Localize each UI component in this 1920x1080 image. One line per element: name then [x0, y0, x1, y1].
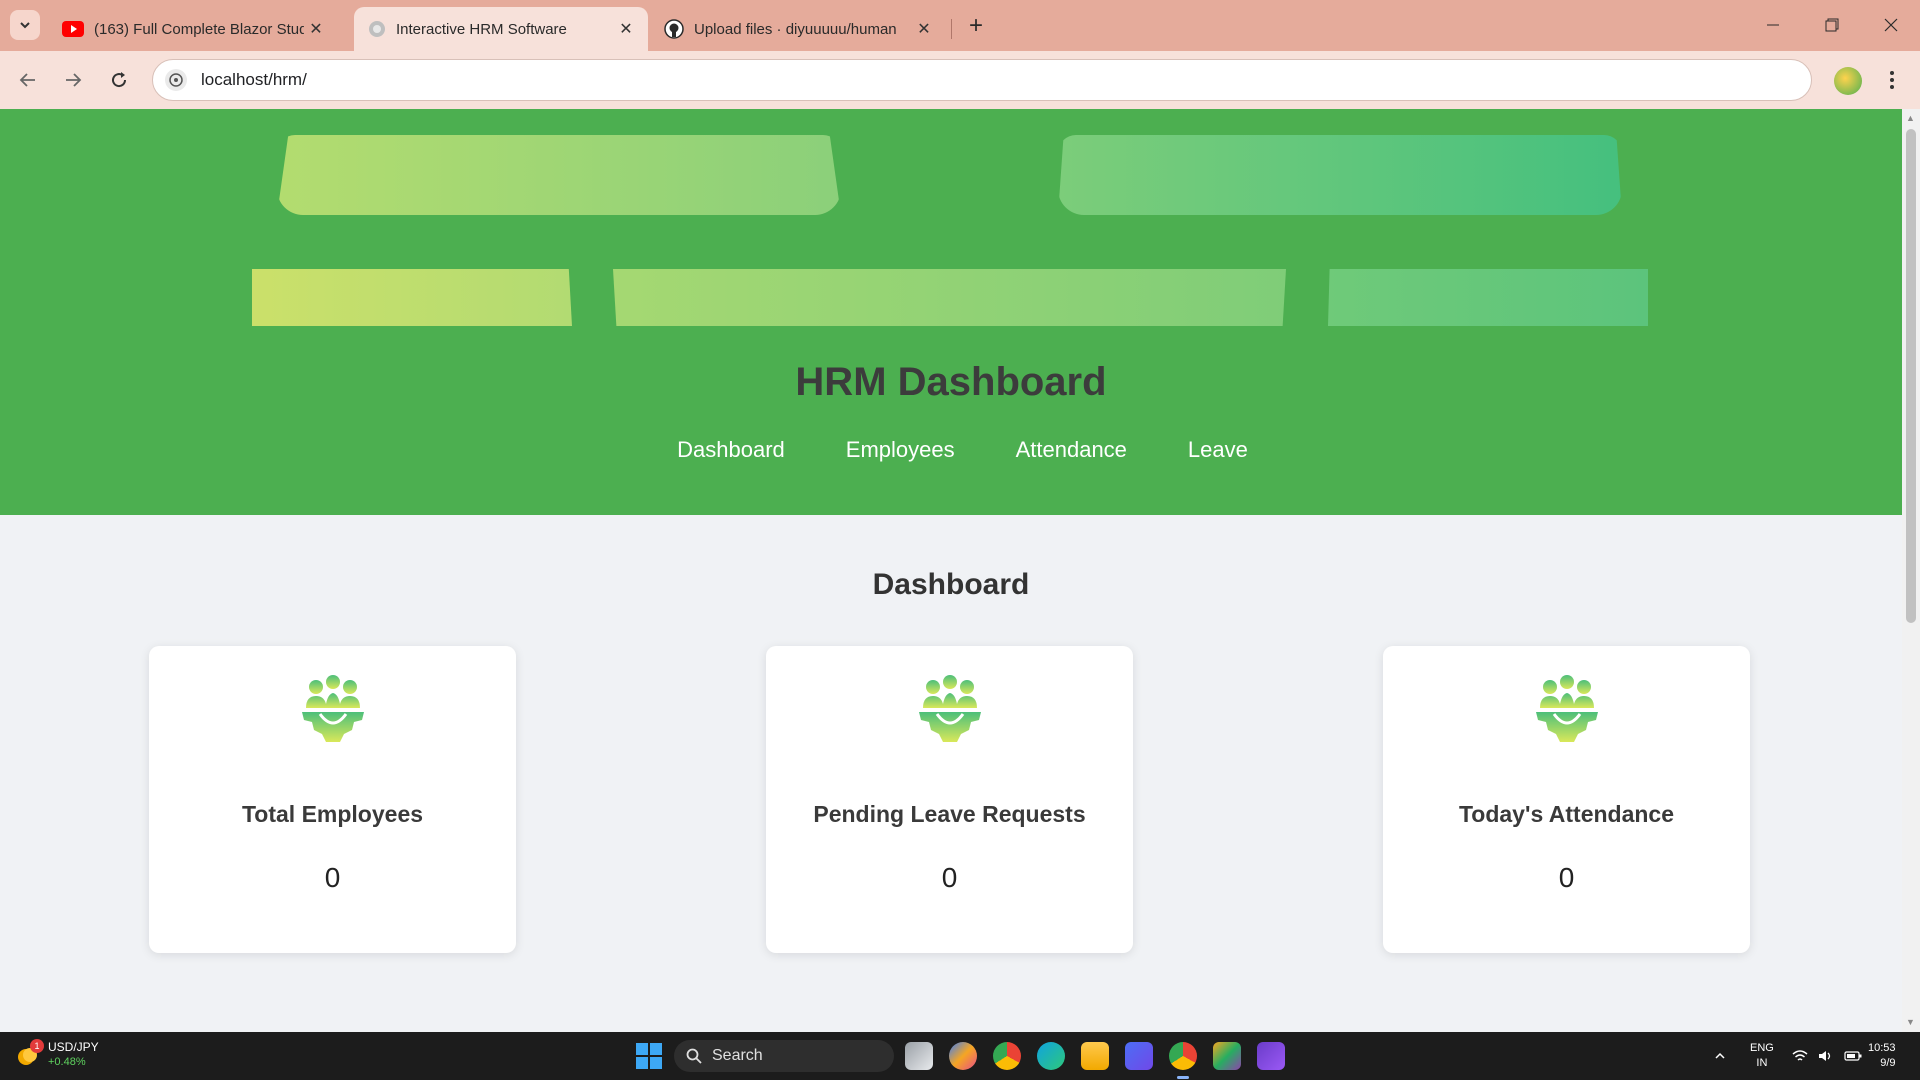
scrollbar-thumb[interactable]	[1906, 129, 1916, 623]
tab-youtube[interactable]: (163) Full Complete Blazor Stud ✕	[48, 7, 338, 51]
ticker-change: +0.48%	[48, 1056, 86, 1068]
team-gear-icon	[302, 675, 364, 742]
wifi-icon	[1792, 1050, 1808, 1061]
close-tab-icon[interactable]: ✕	[912, 17, 936, 41]
chrome-active-icon[interactable]	[1169, 1042, 1197, 1079]
scroll-up-icon[interactable]: ▲	[1906, 113, 1915, 123]
tab-title: Upload files · diyuuuuu/human	[694, 20, 897, 38]
chrome-icon[interactable]	[993, 1042, 1021, 1070]
notification-badge: 1	[30, 1039, 44, 1053]
new-tab-button[interactable]: +	[962, 12, 990, 40]
browser-toolbar: localhost/hrm/	[0, 51, 1920, 109]
card-label: Total Employees	[241, 801, 424, 827]
language-indicator[interactable]: ENG IN	[1750, 1032, 1774, 1080]
nav-link-employees[interactable]: Employees	[846, 437, 955, 463]
clock[interactable]: 10:53 9/9	[1868, 1032, 1896, 1080]
youtube-icon	[62, 21, 84, 37]
search-icon	[686, 1048, 702, 1064]
ticker-name: USD/JPY	[48, 1040, 99, 1054]
tray-overflow-icon[interactable]	[1714, 1032, 1726, 1080]
nav-link-leave[interactable]: Leave	[1188, 437, 1248, 463]
reload-button[interactable]	[103, 64, 135, 96]
tab-github[interactable]: Upload files · diyuuuuu/human ✕	[650, 7, 946, 51]
minimize-icon	[1767, 24, 1779, 26]
header-decoration	[252, 269, 572, 326]
language-region: IN	[1756, 1057, 1768, 1069]
stat-card-pending-leave: Pending Leave Requests 0	[766, 646, 1133, 953]
language-code: ENG	[1750, 1042, 1774, 1054]
currency-icon: 1	[16, 1039, 44, 1067]
minimize-button[interactable]	[1744, 0, 1802, 50]
page-title: HRM Dashboard	[795, 360, 1107, 404]
arrow-right-icon	[66, 73, 82, 87]
scroll-down-icon[interactable]: ▼	[1906, 1017, 1915, 1027]
chevron-down-icon	[20, 22, 30, 29]
copilot-icon[interactable]	[949, 1042, 977, 1070]
page-scrollbar[interactable]: ▲ ▼	[1902, 109, 1920, 1032]
system-tray-icons[interactable]	[1792, 1032, 1862, 1080]
tab-hrm[interactable]: Interactive HRM Software ✕	[354, 7, 648, 51]
reload-icon	[112, 72, 127, 88]
header-decoration	[613, 269, 1286, 326]
edge-icon[interactable]	[1037, 1042, 1065, 1070]
globe-icon	[369, 21, 385, 37]
clock-time: 10:53	[1868, 1042, 1896, 1054]
site-info-icon[interactable]	[165, 69, 187, 91]
tab-title: Interactive HRM Software	[396, 20, 567, 38]
section-title: Dashboard	[872, 568, 1030, 601]
close-window-button[interactable]	[1862, 0, 1920, 50]
nav-link-attendance[interactable]: Attendance	[1016, 437, 1127, 463]
page-viewport: HRM Dashboard Dashboard Employees Attend…	[0, 109, 1902, 1032]
restore-button[interactable]	[1803, 0, 1861, 50]
forward-button[interactable]	[57, 64, 89, 96]
back-button[interactable]	[12, 64, 44, 96]
taskbar-search[interactable]: Search	[674, 1040, 894, 1072]
restore-icon	[1825, 18, 1839, 32]
card-label: Today's Attendance	[1458, 801, 1675, 827]
card-value: 0	[324, 862, 341, 893]
stat-card-total-employees: Total Employees 0	[149, 646, 516, 953]
file-explorer-icon[interactable]	[1081, 1042, 1109, 1070]
tab-title: (163) Full Complete Blazor Stud	[94, 20, 304, 38]
site-header: HRM Dashboard Dashboard Employees Attend…	[0, 109, 1902, 515]
nav-link-dashboard[interactable]: Dashboard	[677, 437, 785, 463]
address-bar[interactable]: localhost/hrm/	[152, 59, 1812, 101]
start-button[interactable]	[636, 1043, 662, 1069]
visual-studio-icon[interactable]	[1257, 1042, 1285, 1070]
url-text[interactable]: localhost/hrm/	[201, 70, 307, 90]
card-value: 0	[941, 862, 958, 893]
battery-icon	[1844, 1051, 1862, 1061]
profile-avatar[interactable]	[1834, 67, 1862, 95]
windows-taskbar: 1 USD/JPY +0.48% Search ENG IN 10:53 9/9	[0, 1032, 1920, 1080]
search-label: Search	[712, 1047, 763, 1064]
weather-widget[interactable]: 1 USD/JPY +0.48%	[16, 1039, 99, 1070]
tab-search-button[interactable]	[10, 10, 40, 40]
arrow-left-icon	[19, 73, 35, 87]
snipping-tool-icon[interactable]	[1213, 1042, 1241, 1070]
media-player-icon[interactable]	[1125, 1042, 1153, 1070]
card-label: Pending Leave Requests	[813, 801, 1086, 827]
card-value: 0	[1558, 862, 1575, 893]
team-gear-icon	[919, 675, 981, 742]
tab-separator	[951, 19, 952, 39]
clock-date: 9/9	[1880, 1057, 1896, 1069]
github-icon	[664, 19, 684, 39]
header-decoration	[1328, 269, 1648, 326]
stat-card-todays-attendance: Today's Attendance 0	[1383, 646, 1750, 953]
browser-tab-bar: (163) Full Complete Blazor Stud ✕ Intera…	[0, 0, 1920, 51]
header-decoration	[1058, 135, 1622, 215]
volume-icon	[1819, 1051, 1831, 1061]
header-decoration	[277, 135, 841, 215]
close-tab-icon[interactable]: ✕	[614, 17, 638, 41]
main-nav: Dashboard Employees Attendance Leave	[0, 437, 1902, 463]
browser-menu-button[interactable]	[1880, 65, 1904, 95]
close-tab-icon[interactable]: ✕	[304, 17, 328, 41]
team-gear-icon	[1536, 675, 1598, 742]
close-icon	[1884, 18, 1898, 32]
task-view-icon[interactable]	[905, 1042, 933, 1070]
